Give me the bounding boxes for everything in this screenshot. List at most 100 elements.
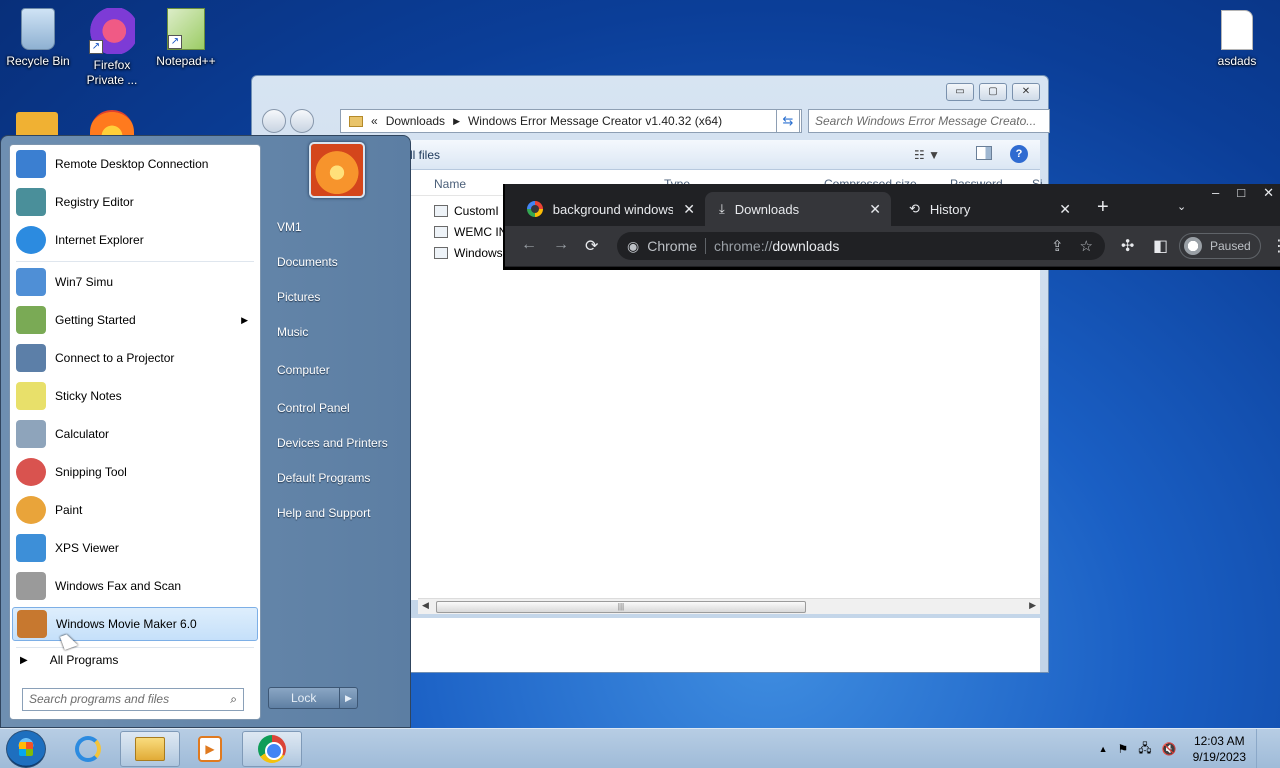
program-sticky-notes[interactable]: Sticky Notes [12, 379, 258, 413]
desktop-icon-recycle-bin[interactable]: Recycle Bin [0, 8, 76, 69]
programs-pane: Remote Desktop Connection Registry Edito… [9, 144, 261, 720]
new-tab-button[interactable]: + [1097, 196, 1109, 219]
program-label: Getting Started [55, 313, 136, 327]
address-bar[interactable]: « Downloads ▶ Windows Error Message Crea… [340, 109, 802, 133]
program-connect-projector[interactable]: Connect to a Projector [12, 341, 258, 375]
reload-icon[interactable]: ⟳ [585, 236, 598, 256]
list-item[interactable]: WEMC IN [434, 225, 507, 239]
maximize-button[interactable]: □ [1237, 185, 1245, 201]
program-paint[interactable]: Paint [12, 493, 258, 527]
start-button[interactable] [6, 730, 46, 768]
tab-downloads[interactable]: ⤓ Downloads ✕ [705, 192, 891, 226]
close-button[interactable]: ✕ [1263, 185, 1274, 201]
tab-background-windows[interactable]: background windows 8 ✕ [513, 192, 705, 226]
start-item-user[interactable]: VM1 [277, 220, 302, 234]
firefox-icon[interactable] [90, 110, 134, 136]
start-search-input[interactable]: Search programs and files ⌕ [22, 688, 244, 711]
back-button[interactable] [262, 109, 286, 133]
taskbar-media-player[interactable]: ▶ [180, 731, 240, 767]
program-snipping-tool[interactable]: Snipping Tool [12, 455, 258, 489]
profile-button[interactable]: Paused [1179, 233, 1261, 259]
shutdown-options-icon[interactable]: ▶ [339, 688, 357, 708]
breadcrumb-downloads[interactable]: Downloads [386, 114, 445, 128]
show-hidden-icons-icon[interactable]: ▲ [1099, 744, 1108, 754]
address-bar[interactable]: ◉ Chrome chrome://downloads ⇪ ☆ [617, 232, 1105, 260]
extensions-icon[interactable]: ✣ [1121, 236, 1134, 256]
divider [16, 647, 254, 648]
tab-search-icon[interactable]: ⌄ [1177, 200, 1186, 213]
search-input[interactable]: Search Windows Error Message Creato... [808, 109, 1050, 133]
network-icon[interactable]: 🖧 [1138, 739, 1151, 760]
volume-muted-icon[interactable]: 🔇 [1162, 742, 1177, 756]
taskbar-internet-explorer[interactable] [58, 731, 118, 767]
desktop-icon-notepadpp[interactable]: ↗ Notepad++ [148, 8, 224, 69]
share-icon[interactable]: ⇪ [1051, 237, 1064, 255]
chrome-window[interactable]: background windows 8 ✕ ⤓ Downloads ✕ ⟲ H… [503, 184, 1280, 270]
scrollbar-thumb[interactable]: ||| [436, 601, 806, 613]
tab-history[interactable]: ⟲ History ✕ [895, 192, 1081, 226]
start-item-computer[interactable]: Computer [277, 363, 330, 377]
breadcrumb-overflow[interactable]: « [371, 114, 378, 128]
taskbar-google-chrome[interactable] [242, 731, 302, 767]
horizontal-scrollbar[interactable]: ◀ ||| ▶ [418, 598, 1040, 614]
breadcrumb-current[interactable]: Windows Error Message Creator v1.40.32 (… [468, 114, 722, 128]
start-item-documents[interactable]: Documents [277, 255, 338, 269]
close-icon[interactable]: ✕ [1059, 201, 1071, 218]
getting-started-icon [16, 306, 46, 334]
start-item-control-panel[interactable]: Control Panel [277, 401, 350, 415]
extract-all-files-button[interactable]: ll files [410, 148, 440, 162]
taskbar-windows-explorer[interactable] [120, 731, 180, 767]
program-getting-started[interactable]: Getting Started ▶ [12, 303, 258, 337]
program-registry-editor[interactable]: Registry Editor [12, 185, 258, 219]
file-name: Windows [454, 246, 503, 260]
preview-pane-icon[interactable] [976, 146, 992, 160]
program-movie-maker[interactable]: Windows Movie Maker 6.0 [12, 607, 258, 641]
close-icon[interactable]: ✕ [683, 201, 695, 218]
forward-button[interactable] [290, 109, 314, 133]
start-item-music[interactable]: Music [277, 325, 308, 339]
forward-arrow-icon[interactable]: → [553, 236, 569, 254]
lock-button[interactable]: Lock ▶ [268, 687, 358, 709]
column-name[interactable]: Name [434, 177, 466, 191]
desktop-icon-partial[interactable] [16, 112, 58, 136]
close-button[interactable]: ✕ [1012, 83, 1040, 101]
search-icon[interactable]: ⌕ [230, 689, 237, 710]
program-label: Connect to a Projector [55, 351, 175, 365]
start-item-devices-printers[interactable]: Devices and Printers [277, 436, 388, 450]
start-item-default-programs[interactable]: Default Programs [277, 471, 370, 485]
menu-icon[interactable]: ⋮ [1271, 236, 1280, 256]
program-win7-simu[interactable]: Win7 Simu [12, 265, 258, 299]
maximize-button[interactable]: ▢ [979, 83, 1007, 101]
back-arrow-icon[interactable]: ← [521, 236, 537, 254]
program-calculator[interactable]: Calculator [12, 417, 258, 451]
application-file-icon [434, 247, 448, 259]
program-label: XPS Viewer [55, 541, 119, 555]
start-item-pictures[interactable]: Pictures [277, 290, 320, 304]
side-panel-icon[interactable]: ◧ [1153, 236, 1168, 256]
file-name: WEMC IN [454, 225, 508, 239]
program-internet-explorer[interactable]: Internet Explorer [12, 223, 258, 257]
user-picture[interactable] [309, 142, 365, 198]
minimize-button[interactable]: – [1212, 185, 1219, 201]
program-xps-viewer[interactable]: XPS Viewer [12, 531, 258, 565]
bookmark-star-icon[interactable]: ☆ [1080, 237, 1093, 255]
desktop-icon-firefox-private[interactable]: ↗ Firefox Private ... [74, 8, 150, 88]
help-icon[interactable]: ? [1010, 145, 1028, 163]
list-item[interactable]: CustomI [434, 204, 499, 218]
minimize-button[interactable]: ▭ [946, 83, 974, 101]
view-options-icon[interactable]: ☷ ▼ [914, 148, 940, 162]
url: chrome://downloads [714, 238, 840, 254]
scroll-left-icon[interactable]: ◀ [422, 600, 429, 611]
program-remote-desktop[interactable]: Remote Desktop Connection [12, 147, 258, 181]
all-programs-button[interactable]: ▶ All Programs [20, 653, 118, 667]
start-item-help-support[interactable]: Help and Support [277, 506, 370, 520]
desktop-icon-asdads[interactable]: asdads [1199, 10, 1275, 69]
clock[interactable]: 12:03 AM 9/19/2023 [1193, 733, 1246, 765]
program-fax-scan[interactable]: Windows Fax and Scan [12, 569, 258, 603]
scroll-right-icon[interactable]: ▶ [1029, 600, 1036, 611]
action-center-flag-icon[interactable]: ⚑ [1118, 742, 1129, 756]
close-icon[interactable]: ✕ [869, 201, 881, 218]
show-desktop-button[interactable] [1256, 729, 1268, 768]
list-item[interactable]: Windows [434, 246, 503, 260]
refresh-button[interactable]: ⇆ [776, 109, 800, 133]
